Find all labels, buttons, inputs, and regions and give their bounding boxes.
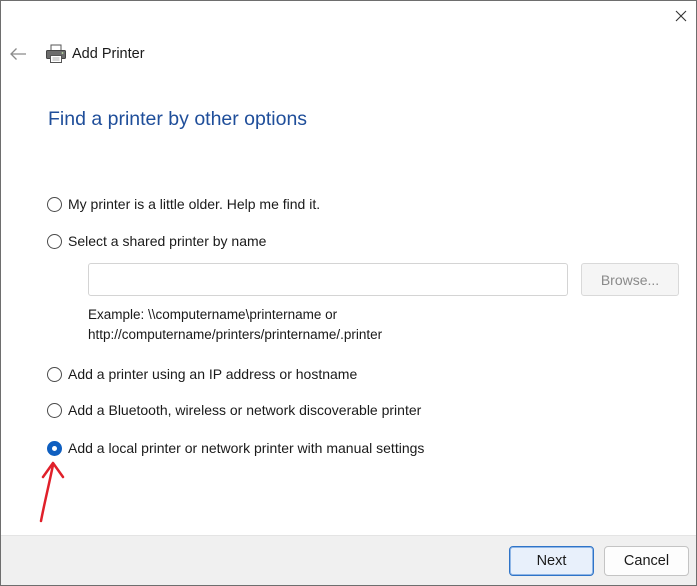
option-bluetooth-wireless[interactable]: Add a Bluetooth, wireless or network dis… <box>47 402 421 418</box>
back-arrow-icon <box>10 48 26 60</box>
close-icon <box>675 10 687 22</box>
browse-button[interactable]: Browse... <box>581 263 679 296</box>
radio-button[interactable] <box>47 402 62 418</box>
cancel-button[interactable]: Cancel <box>604 546 689 576</box>
printer-icon <box>46 44 66 63</box>
option-label: Select a shared printer by name <box>68 233 267 249</box>
radio-button[interactable] <box>47 196 62 212</box>
back-button[interactable] <box>7 43 29 65</box>
shared-printer-name-input[interactable] <box>88 263 568 296</box>
option-label: Add a local printer or network printer w… <box>68 440 425 456</box>
add-printer-window: Add Printer Find a printer by other opti… <box>0 0 697 586</box>
close-button[interactable] <box>670 5 692 27</box>
option-ip-address[interactable]: Add a printer using an IP address or hos… <box>47 366 357 382</box>
radio-button[interactable] <box>47 366 62 382</box>
option-older-printer[interactable]: My printer is a little older. Help me fi… <box>47 196 320 212</box>
page-heading: Find a printer by other options <box>48 108 308 130</box>
option-label: Add a Bluetooth, wireless or network dis… <box>68 402 422 418</box>
window-header: Add Printer <box>1 41 696 69</box>
example-text-line1: Example: \\computername\printername or <box>88 307 338 322</box>
dialog-footer: Next Cancel <box>1 535 696 585</box>
next-button[interactable]: Next <box>509 546 594 576</box>
option-shared-printer[interactable]: Select a shared printer by name <box>47 233 266 249</box>
window-title: Add Printer <box>72 46 145 62</box>
red-arrow-annotation-icon <box>39 461 65 523</box>
option-label: My printer is a little older. Help me fi… <box>68 196 321 212</box>
example-text-line2: http://computername/printers/printername… <box>88 327 383 342</box>
radio-button[interactable] <box>47 233 62 249</box>
option-local-printer[interactable]: Add a local printer or network printer w… <box>47 440 424 456</box>
option-label: Add a printer using an IP address or hos… <box>68 366 358 382</box>
